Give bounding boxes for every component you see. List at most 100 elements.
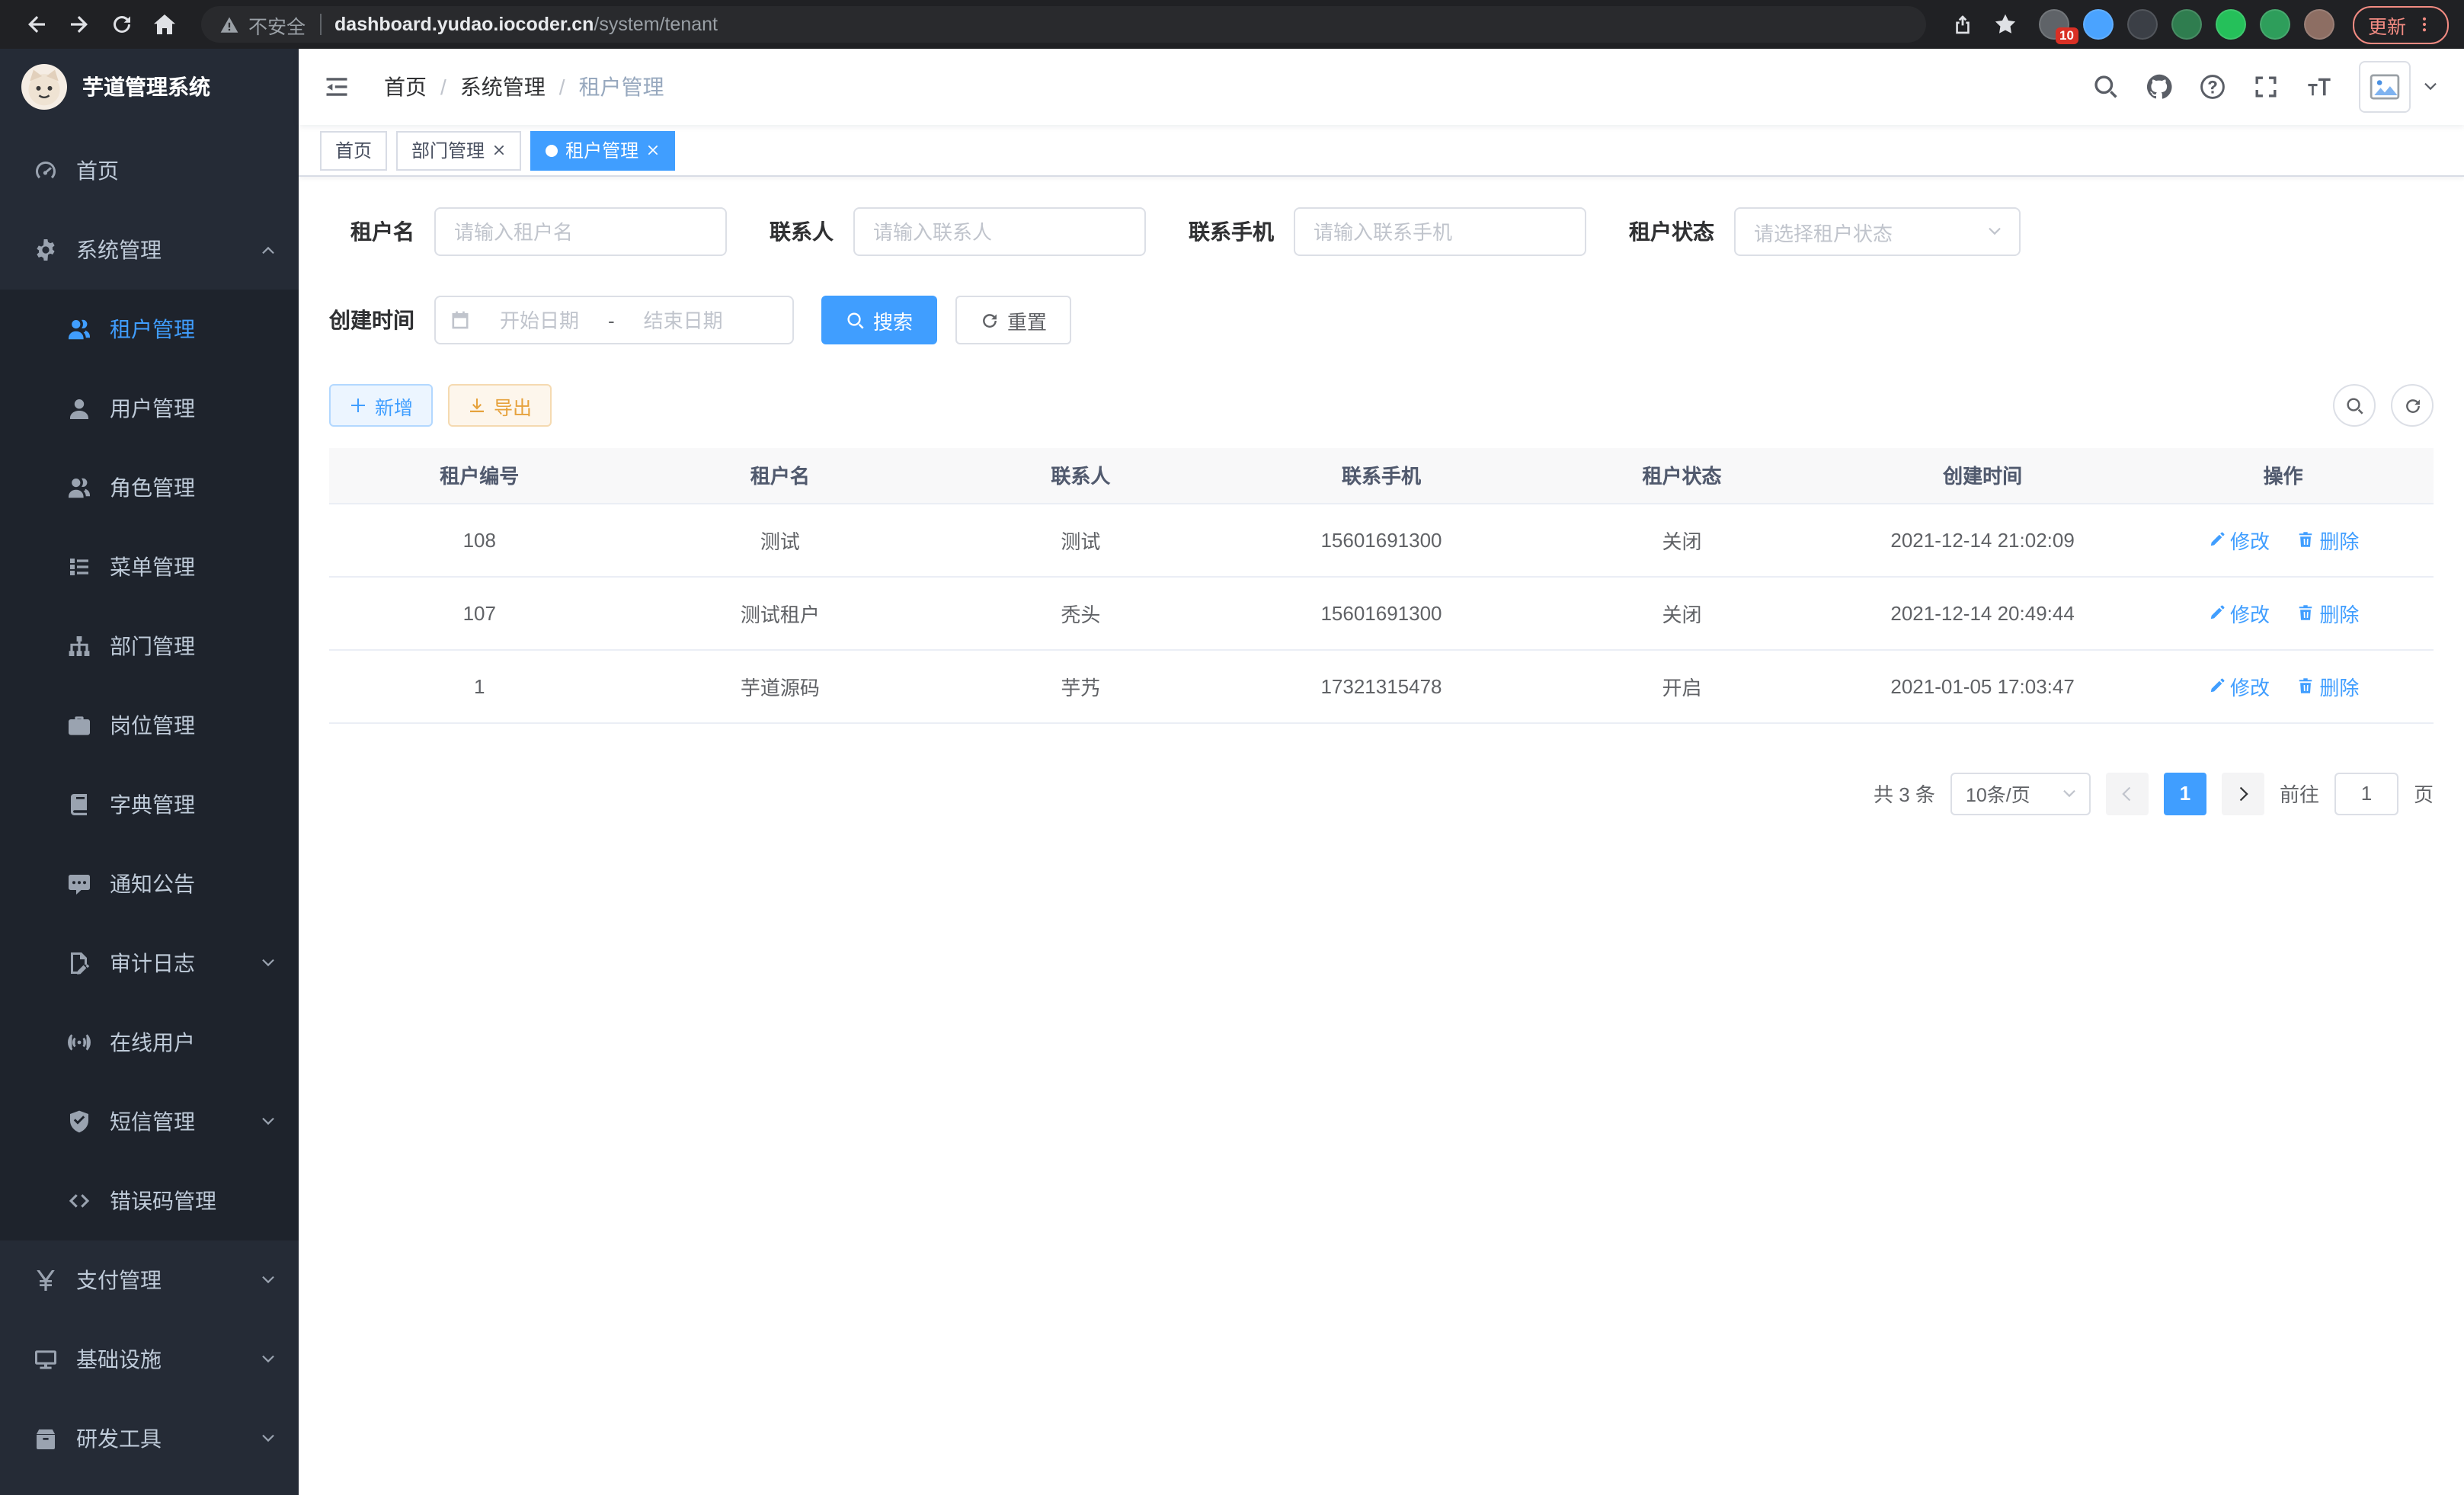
tab-home[interactable]: 首页 [320,130,387,170]
extension-icon-dark[interactable] [2127,9,2158,40]
sidebar-group-audit-log[interactable]: 审计日志 [0,924,299,1003]
browser-forward-button[interactable] [58,3,101,46]
sidebar-item-user[interactable]: 用户管理 [0,369,299,448]
tenant-table: 租户编号 租户名 联系人 联系手机 租户状态 创建时间 操作 108 测试 [329,448,2434,723]
sidebar-group-system[interactable]: 系统管理 [0,210,299,290]
page-number-button[interactable]: 1 [2164,772,2206,815]
fullscreen-button[interactable] [2252,73,2280,101]
toggle-search-button[interactable] [2333,384,2376,427]
table-row: 1 芋道源码 芋艿 17321315478 开启 2021-01-05 17:0… [329,649,2434,722]
delete-label: 删除 [2319,671,2359,700]
bookmark-button[interactable] [1984,3,2027,46]
sidebar-item-home[interactable]: 首页 [0,131,299,210]
cell-status: 关闭 [1531,576,1832,649]
tenant-name-input[interactable] [434,207,727,256]
mascot-icon [21,64,67,110]
add-button[interactable]: 新增 [329,384,433,427]
start-date-input[interactable] [480,309,599,331]
github-link-button[interactable] [2146,73,2173,101]
toolbox-icon [34,1426,58,1451]
kebab-menu-icon[interactable] [2415,15,2434,34]
extension-icon-grid[interactable]: 10 [2039,9,2069,40]
edit-button[interactable]: 修改 [2207,598,2270,627]
url-domain[interactable]: dashboard.yudao.iocoder.cn [334,14,594,35]
prev-page-button[interactable] [2106,772,2149,815]
tab-close-button[interactable] [492,143,506,157]
delete-button[interactable]: 删除 [2296,671,2359,700]
date-range-picker[interactable]: - [434,296,794,344]
sidebar-item-post[interactable]: 岗位管理 [0,686,299,765]
cell-tenant-name: 测试租户 [630,576,931,649]
omnibox-divider [319,14,321,35]
extension-icon-green2[interactable] [2260,9,2290,40]
address-bar[interactable]: 不安全 dashboard.yudao.iocoder.cn/system/te… [201,6,1926,43]
document-edit-icon [67,951,91,975]
briefcase-icon [67,713,91,738]
tab-dept[interactable]: 部门管理 [396,130,521,170]
security-label[interactable]: 不安全 [248,10,306,39]
sidebar-group-infra[interactable]: 基础设施 [0,1320,299,1399]
app-logo[interactable]: 芋道管理系统 [0,49,299,125]
tab-tenant[interactable]: 租户管理 [530,130,675,170]
sidebar-item-error-code[interactable]: 错误码管理 [0,1161,299,1240]
sidebar-item-online-users[interactable]: 在线用户 [0,1003,299,1082]
browser-home-button[interactable] [143,3,186,46]
header-mobile: 联系手机 [1231,448,1532,503]
edit-button[interactable]: 修改 [2207,671,2270,700]
extension-icon-brown[interactable] [2304,9,2334,40]
filter-label: 联系人 [770,216,834,247]
delete-button[interactable]: 删除 [2296,598,2359,627]
sidebar-item-role[interactable]: 角色管理 [0,448,299,527]
sidebar-item-dept[interactable]: 部门管理 [0,607,299,686]
url-path[interactable]: /system/tenant [594,14,718,35]
browser-reload-button[interactable] [101,3,143,46]
page-size-select[interactable]: 10条/页 [1950,772,2091,815]
chevron-right-icon [2234,784,2252,802]
filter-mobile: 联系手机 [1189,207,1586,256]
table-toolbar: 新增 导出 [329,384,2434,427]
breadcrumb-system[interactable]: 系统管理 [460,72,546,102]
cell-status: 开启 [1531,649,1832,722]
browser-update-button[interactable]: 更新 [2353,5,2449,43]
reset-button[interactable]: 重置 [955,296,1071,344]
jump-page-input[interactable] [2334,772,2398,815]
sidebar-fold-button[interactable] [323,73,350,101]
contact-input[interactable] [853,207,1146,256]
breadcrumb-home[interactable]: 首页 [384,72,427,102]
plus-icon [349,396,367,415]
edit-label: 修改 [2230,671,2270,700]
refresh-table-button[interactable] [2391,384,2434,427]
delete-button[interactable]: 删除 [2296,525,2359,554]
browser-back-button[interactable] [15,3,58,46]
search-button[interactable]: 搜索 [821,296,937,344]
extension-icon-green[interactable] [2216,9,2246,40]
chevron-down-icon [259,954,277,972]
screen: 不安全 dashboard.yudao.iocoder.cn/system/te… [0,0,2464,1495]
sidebar-group-payment[interactable]: 支付管理 [0,1240,299,1320]
signal-icon [67,1030,91,1055]
header-search-button[interactable] [2092,73,2120,101]
sidebar-item-notice[interactable]: 通知公告 [0,844,299,924]
share-button[interactable] [1941,3,1984,46]
search-icon [2344,395,2364,415]
mobile-input[interactable] [1294,207,1586,256]
extension-icon-darkgreen[interactable] [2171,9,2202,40]
breadcrumb-separator: / [440,75,446,99]
font-size-button[interactable] [2306,73,2333,101]
export-button[interactable]: 导出 [448,384,552,427]
sidebar-item-tenant[interactable]: 租户管理 [0,290,299,369]
sidebar-group-sms[interactable]: 短信管理 [0,1082,299,1161]
sidebar-group-devtools[interactable]: 研发工具 [0,1399,299,1478]
next-page-button[interactable] [2222,772,2264,815]
help-button[interactable] [2199,73,2226,101]
end-date-input[interactable] [624,309,743,331]
extension-icon-blue[interactable] [2083,9,2114,40]
extensions-area: 10 [2039,9,2334,40]
user-menu[interactable] [2359,61,2440,113]
tab-close-button[interactable] [646,143,660,157]
edit-button[interactable]: 修改 [2207,525,2270,554]
sidebar-item-dict[interactable]: 字典管理 [0,765,299,844]
sidebar-item-menu[interactable]: 菜单管理 [0,527,299,607]
status-select[interactable]: 请选择租户状态 [1734,207,2021,256]
cell-actions: 修改 删除 [2133,503,2434,576]
